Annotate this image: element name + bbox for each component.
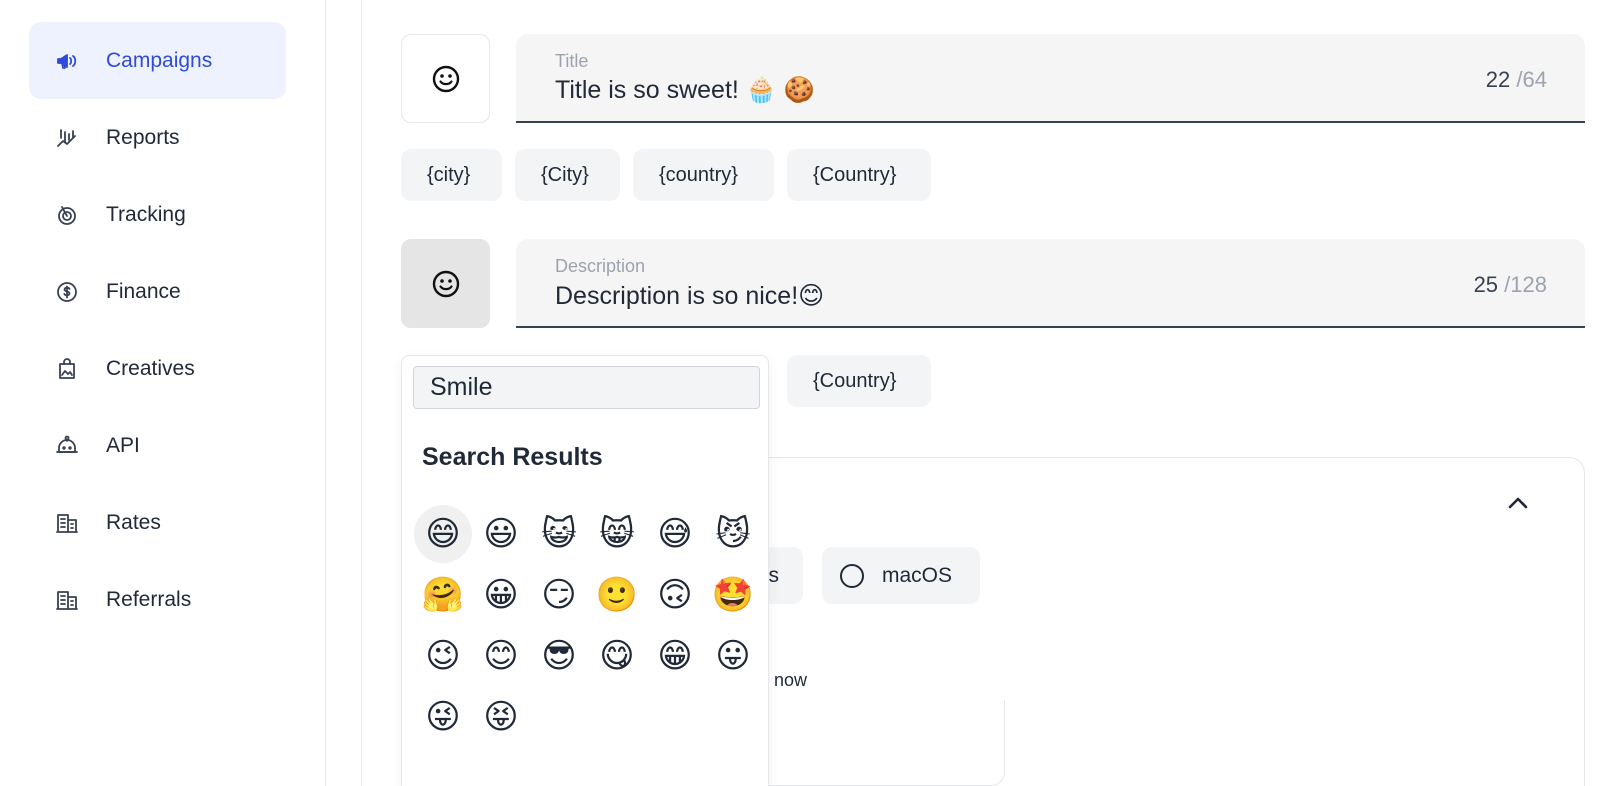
- sidebar-item-label: Tracking: [106, 202, 186, 226]
- megaphone-icon: [54, 48, 80, 74]
- emoji-option[interactable]: 😺: [530, 505, 588, 563]
- sidebar-item-tracking[interactable]: Tracking: [29, 176, 286, 253]
- emoji-option[interactable]: 🙂: [588, 566, 646, 624]
- emoji-option[interactable]: 😸: [588, 505, 646, 563]
- sidebar-item-label: Creatives: [106, 356, 195, 380]
- radar-icon: [54, 202, 80, 228]
- sidebar-item-label: Reports: [106, 125, 180, 149]
- main-divider: [361, 0, 362, 786]
- now-label: now: [774, 670, 808, 690]
- emoji-option[interactable]: 🤗: [414, 566, 472, 624]
- description-char-count: 25: [1473, 272, 1499, 297]
- os-option-label: macOS: [882, 563, 953, 587]
- description-field-value[interactable]: Description is so nice!😊: [555, 281, 824, 311]
- description-field-label: Description: [555, 256, 646, 276]
- sidebar-item-finance[interactable]: Finance: [29, 253, 286, 330]
- description-field[interactable]: Description Description is so nice!😊 25 …: [516, 239, 1585, 328]
- os-option-label: s: [768, 563, 780, 587]
- emoji-option[interactable]: 😜: [414, 688, 472, 746]
- sidebar-item-label: Campaigns: [106, 48, 213, 72]
- title-field-label: Title: [555, 51, 589, 71]
- chevron-up-icon[interactable]: [1505, 490, 1531, 516]
- emoji-grid: 😄 😃 😺 😸 😅 😼 🤗 😀 😏 🙂 🙃 🤩 😉 😊 😎 😋 😁 😛 😜 😝: [414, 505, 762, 749]
- sidebar-item-reports[interactable]: Reports: [29, 99, 286, 176]
- sidebar-item-label: Finance: [106, 279, 181, 303]
- description-char-max: /128: [1504, 272, 1547, 297]
- title-char-max: /64: [1516, 67, 1547, 92]
- emoji-search-input[interactable]: [413, 366, 760, 409]
- title-emoji-button[interactable]: [401, 34, 490, 123]
- sidebar-item-label: Rates: [106, 510, 161, 534]
- emoji-option[interactable]: 😀: [472, 566, 530, 624]
- os-option-macos[interactable]: macOS: [822, 547, 980, 604]
- robot-icon: [54, 433, 80, 459]
- emoji-option[interactable]: 😎: [530, 627, 588, 685]
- sidebar-item-campaigns[interactable]: Campaigns: [29, 22, 286, 99]
- building-icon: [54, 587, 80, 613]
- smiley-icon: [432, 270, 459, 297]
- title-char-counter: 22 /64: [1486, 67, 1547, 93]
- description-emoji-button[interactable]: [401, 239, 490, 328]
- title-char-count: 22: [1485, 67, 1511, 92]
- emoji-option[interactable]: 😃: [472, 505, 530, 563]
- smiley-icon: [432, 65, 459, 92]
- image-bag-icon: [54, 356, 80, 382]
- sidebar-item-rates[interactable]: Rates: [29, 484, 286, 561]
- emoji-option[interactable]: 😏: [530, 566, 588, 624]
- chip-country-lower[interactable]: {country}: [633, 149, 774, 201]
- chip-country[interactable]: {Country}: [787, 355, 931, 407]
- chip-city-lower[interactable]: {city}: [401, 149, 502, 201]
- sidebar-item-referrals[interactable]: Referrals: [29, 561, 286, 638]
- sidebar: Campaigns Reports Tracking Finance Creat…: [0, 0, 326, 786]
- emoji-option[interactable]: 😝: [472, 688, 530, 746]
- sidebar-item-api[interactable]: API: [29, 407, 286, 484]
- building-icon: [54, 510, 80, 536]
- description-char-counter: 25 /128: [1474, 272, 1547, 298]
- search-results-heading: Search Results: [422, 443, 603, 471]
- emoji-option[interactable]: 🤩: [704, 566, 762, 624]
- emoji-option[interactable]: 😄: [414, 505, 472, 563]
- coin-icon: [54, 279, 80, 305]
- title-field[interactable]: Title Title is so sweet! 🧁 🍪 22 /64: [516, 34, 1585, 123]
- emoji-option[interactable]: 😋: [588, 627, 646, 685]
- emoji-option[interactable]: 😛: [704, 627, 762, 685]
- chip-city[interactable]: {City}: [515, 149, 620, 201]
- sidebar-item-creatives[interactable]: Creatives: [29, 330, 286, 407]
- title-field-value[interactable]: Title is so sweet! 🧁 🍪: [555, 76, 815, 105]
- emoji-picker: Search Results 😄 😃 😺 😸 😅 😼 🤗 😀 😏 🙂 🙃 🤩 😉…: [401, 355, 769, 786]
- emoji-option[interactable]: 😼: [704, 505, 762, 563]
- chart-icon: [54, 125, 80, 151]
- emoji-option[interactable]: 😅: [646, 505, 704, 563]
- emoji-option[interactable]: 😊: [472, 627, 530, 685]
- sidebar-item-label: Referrals: [106, 587, 192, 611]
- emoji-option[interactable]: 😉: [414, 627, 472, 685]
- sidebar-item-label: API: [106, 433, 140, 457]
- emoji-option[interactable]: 😁: [646, 627, 704, 685]
- chip-country[interactable]: {Country}: [787, 149, 931, 201]
- macos-radio[interactable]: [840, 563, 864, 588]
- emoji-option[interactable]: 🙃: [646, 566, 704, 624]
